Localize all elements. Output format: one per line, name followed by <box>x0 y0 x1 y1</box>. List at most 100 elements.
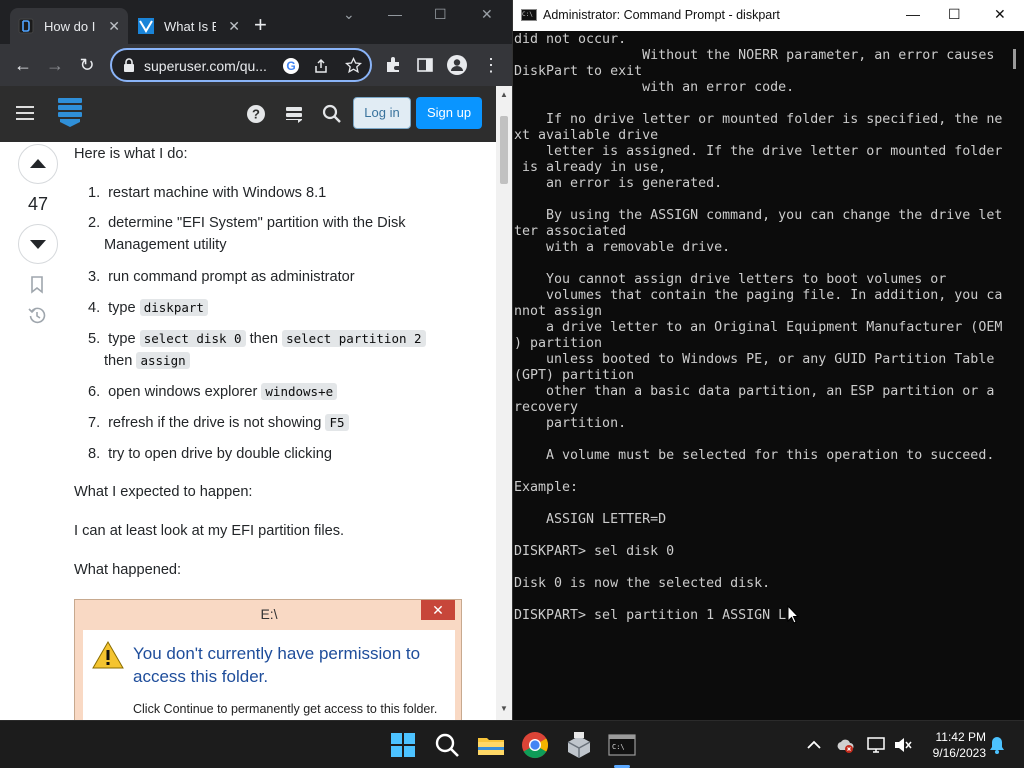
console-scrollbar[interactable] <box>1007 31 1024 720</box>
list-item: 7. refresh if the drive is not showing F… <box>88 412 458 434</box>
close-window-icon[interactable]: ✕ <box>481 6 493 23</box>
superuser-logo-icon[interactable] <box>56 96 84 130</box>
happened-heading: What happened: <box>74 562 182 578</box>
history-icon[interactable] <box>28 306 46 324</box>
warning-icon <box>92 640 124 669</box>
close-window-icon[interactable]: ✕ <box>994 6 1006 23</box>
close-tab-icon[interactable]: ✕ <box>228 18 240 35</box>
close-tab-icon[interactable]: ✕ <box>108 18 120 35</box>
clock-date: 9/16/2023 <box>932 746 986 760</box>
upvote-button[interactable] <box>18 144 58 184</box>
intro-text: Here is what I do: <box>74 146 188 162</box>
dialog-body: You don't currently have permission to a… <box>83 630 455 720</box>
tab-search-icon[interactable]: ⌄ <box>343 6 355 23</box>
tab-how-do-i[interactable]: How do I ✕ <box>10 8 128 44</box>
login-button[interactable]: Log in <box>353 97 411 129</box>
scrollbar-thumb[interactable] <box>500 116 508 184</box>
address-bar[interactable]: superuser.com/qu... G <box>110 48 372 82</box>
dialog-close-icon: ✕ <box>421 600 455 620</box>
inline-code: diskpart <box>139 299 208 316</box>
inline-code: F5 <box>325 414 349 431</box>
expected-heading: What I expected to happen: <box>74 484 253 500</box>
tab-strip: How do I ✕ What Is E ✕ + ⌄ — ☐ ✕ <box>0 0 512 44</box>
minimize-icon[interactable]: — <box>906 6 920 22</box>
list-item: 8. try to open drive by double clicking <box>88 446 332 462</box>
downvote-button[interactable] <box>18 224 58 264</box>
stack-exchange-sites-icon[interactable] <box>284 104 304 124</box>
expected-text: I can at least look at my EFI partition … <box>74 523 345 539</box>
site-favicon-icon <box>138 18 154 34</box>
dialog-subtext: Click Continue to permanently get access… <box>133 702 438 716</box>
tab-title: What Is E <box>164 18 217 34</box>
forward-icon[interactable]: → <box>42 52 68 78</box>
back-icon[interactable]: ← <box>10 52 36 78</box>
volume-muted-icon[interactable] <box>893 735 913 755</box>
inline-code: select partition 2 <box>282 330 426 347</box>
inline-code: select disk 0 <box>139 330 246 347</box>
scroll-up-icon[interactable]: ▲ <box>500 90 508 99</box>
tab-title: How do I <box>44 18 96 34</box>
console-output: did not occur. Without the NOERR paramet… <box>514 32 1003 623</box>
url-text[interactable]: superuser.com/qu... <box>144 58 267 74</box>
bookmark-icon[interactable] <box>30 276 44 294</box>
new-tab-icon[interactable]: + <box>254 14 267 36</box>
chrome-icon[interactable] <box>520 730 550 760</box>
chrome-menu-icon[interactable]: ⋮ <box>478 52 504 78</box>
cmd-title-bar: C:\ Administrator: Command Prompt - disk… <box>513 0 1024 31</box>
clock-time: 11:42 PM <box>935 730 986 744</box>
chevron-up-icon[interactable] <box>804 735 824 755</box>
reload-icon[interactable]: ↻ <box>74 52 100 78</box>
side-panel-icon[interactable] <box>416 56 434 74</box>
onedrive-icon[interactable] <box>835 735 855 755</box>
cmd-app-icon: C:\ <box>521 9 537 21</box>
inline-code: windows+e <box>261 383 338 400</box>
hamburger-menu-icon[interactable] <box>16 106 34 124</box>
share-icon[interactable] <box>313 58 329 74</box>
help-icon[interactable]: ? <box>246 104 266 124</box>
vote-count: 47 <box>27 194 49 214</box>
scroll-down-icon[interactable]: ▼ <box>500 704 508 713</box>
browser-toolbar: ← → ↻ superuser.com/qu... G ⋮ <box>0 44 512 86</box>
taskbar: C:\ 11:42 PM 9/16/2023 <box>0 720 1024 768</box>
google-lens-icon[interactable]: G <box>282 57 300 75</box>
dialog-title: E:\ <box>260 606 278 622</box>
signup-button[interactable]: Sign up <box>416 97 482 129</box>
lock-icon <box>124 58 134 72</box>
profile-avatar-icon[interactable] <box>446 54 468 76</box>
list-item: 5. type select disk 0 then select partit… <box>88 328 458 372</box>
svg-text:C:\: C:\ <box>612 743 625 751</box>
tab-what-is[interactable]: What Is E ✕ <box>130 8 248 44</box>
svg-text:G: G <box>286 59 295 73</box>
bookmark-star-icon[interactable] <box>345 57 362 74</box>
console-area[interactable]: did not occur. Without the NOERR paramet… <box>514 31 1006 720</box>
command-prompt-taskbar-icon[interactable]: C:\ <box>607 730 637 760</box>
command-prompt-window: C:\ Administrator: Command Prompt - disk… <box>512 0 1024 720</box>
installer-app-icon[interactable] <box>564 730 594 760</box>
inline-code: assign <box>136 352 190 369</box>
search-icon[interactable] <box>322 104 342 124</box>
list-item: 6. open windows explorer windows+e <box>88 381 458 403</box>
start-menu-icon[interactable] <box>388 730 418 760</box>
minimize-icon[interactable]: — <box>388 6 402 22</box>
dialog-message: You don't currently have permission to a… <box>133 644 421 686</box>
list-item: 1. restart machine with Windows 8.1 <box>88 185 327 201</box>
network-icon[interactable] <box>866 735 886 755</box>
error-dialog-screenshot: E:\ ✕ You don't currently have permissio… <box>74 599 462 720</box>
list-item: 2. determine "EFI System" partition with… <box>88 215 406 253</box>
site-header: ? Log in Sign up <box>0 86 496 142</box>
stack-exchange-favicon-icon <box>18 18 34 34</box>
question-content: 47 Here is what I do: 1. restart machine… <box>0 142 496 720</box>
page-scrollbar[interactable]: ▲ ▼ <box>496 86 512 720</box>
extensions-icon[interactable] <box>384 56 402 74</box>
scrollbar-thumb[interactable] <box>1013 49 1016 69</box>
maximize-icon[interactable]: ☐ <box>434 6 447 23</box>
file-explorer-icon[interactable] <box>476 730 506 760</box>
list-item: 3. run command prompt as administrator <box>88 269 355 285</box>
system-clock[interactable]: 11:42 PM 9/16/2023 <box>920 729 986 761</box>
downvote-arrow-icon <box>30 240 46 249</box>
upvote-arrow-icon <box>30 159 46 168</box>
notification-bell-icon[interactable] <box>987 735 1007 755</box>
list-item: 4. type diskpart <box>88 297 458 319</box>
maximize-icon[interactable]: ☐ <box>948 6 961 23</box>
search-icon[interactable] <box>432 730 462 760</box>
